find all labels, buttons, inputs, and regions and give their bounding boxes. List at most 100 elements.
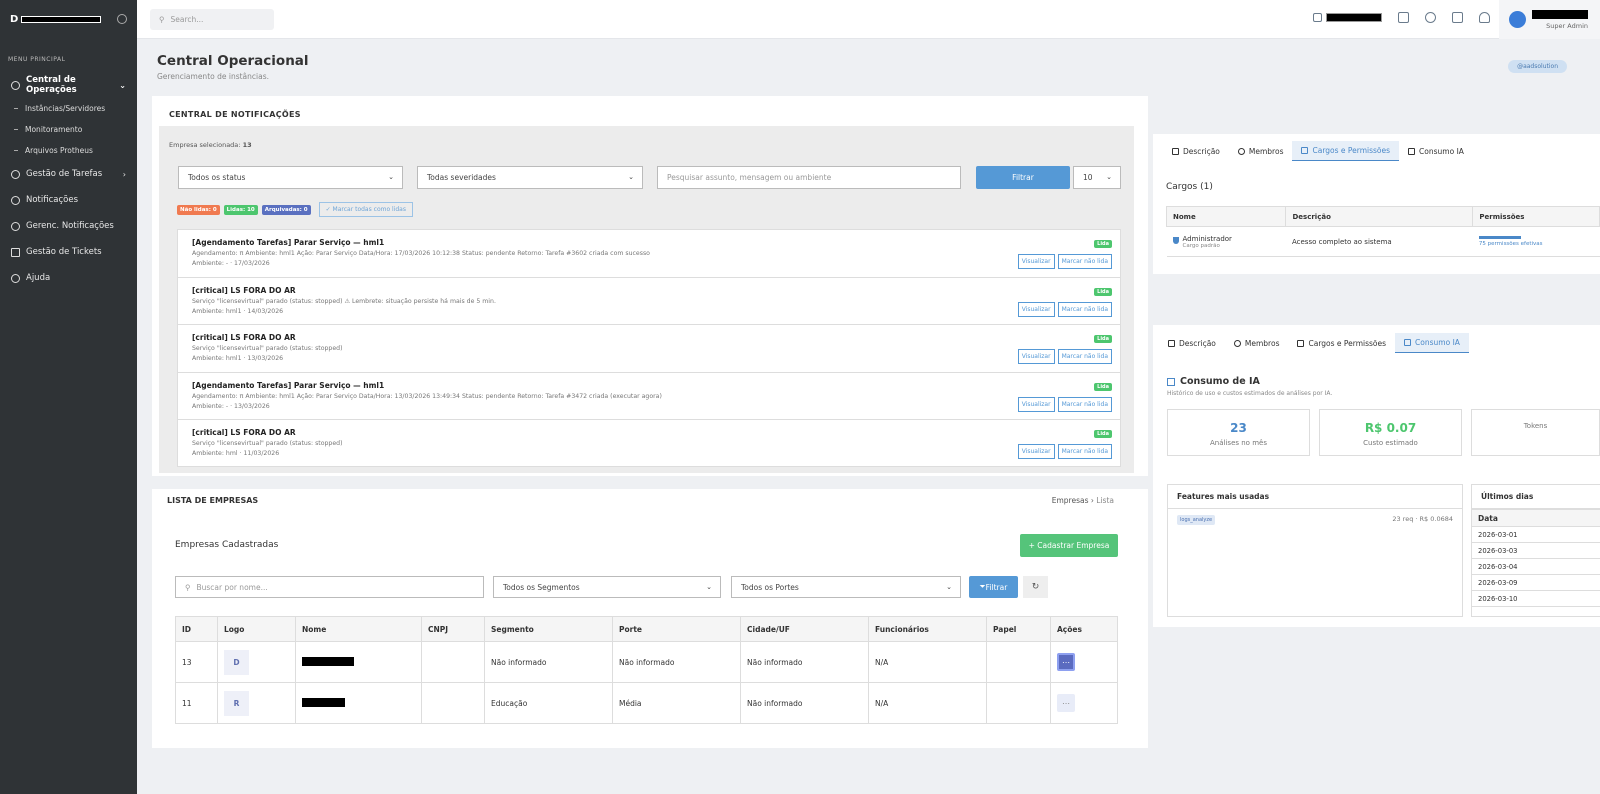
tab-consumo-ia[interactable]: Consumo IA — [1399, 141, 1473, 161]
tab-descricao[interactable]: Descrição — [1163, 141, 1229, 161]
notification-item[interactable]: [Agendamento Tarefas] Parar Serviço — hm… — [178, 230, 1120, 278]
company-selector[interactable] — [1313, 13, 1382, 22]
selected-company: Empresa selecionada: 13 — [169, 141, 252, 149]
companies-table: ID Logo Nome CNPJ Segmento Porte Cidade/UF Func… — [175, 616, 1118, 724]
page-size-select[interactable]: 10 ⌄ — [1073, 166, 1121, 189]
chart-icon — [1167, 377, 1175, 386]
actions-menu-button[interactable]: ⋯ — [1057, 694, 1075, 712]
mark-all-read-button[interactable]: ✓ Marcar todas como lidas — [318, 202, 413, 217]
view-button[interactable]: Visualizar — [1017, 349, 1055, 364]
document-icon — [1168, 339, 1175, 347]
table-row[interactable]: 13 D Não informado Não informado Não inf… — [175, 641, 1118, 683]
view-button[interactable]: Visualizar — [1017, 396, 1055, 412]
tab-descricao[interactable]: Descrição — [1159, 333, 1225, 353]
actions-menu-button[interactable]: ⋯ — [1057, 653, 1075, 671]
companies-card-title: Empresas Cadastradas — [175, 540, 279, 550]
view-button[interactable]: Visualizar — [1017, 301, 1055, 317]
unread-count-badge: Não lidas: 0 — [177, 204, 220, 215]
page-subtitle: Gerenciamento de instâncias. — [157, 72, 269, 81]
sidebar-item-central-operacoes[interactable]: Central de Operações ⌄ — [0, 72, 137, 98]
user-icon — [1237, 147, 1245, 155]
companies-filter-button[interactable]: ⏷ Filtrar — [969, 576, 1018, 598]
refresh-button[interactable]: ↻ — [1023, 576, 1048, 598]
tab-membros[interactable]: Membros — [1225, 333, 1289, 353]
collapse-toggle-icon[interactable] — [117, 14, 127, 24]
stat-tokens: Tokens — [1471, 409, 1600, 456]
table-row[interactable]: 11 R Educação Média Não informado N/A ⋯ — [175, 682, 1118, 724]
page-title: Central Operacional — [157, 53, 309, 69]
filter-button[interactable]: Filtrar — [976, 166, 1070, 189]
recent-days-card: Últimos dias Data 2026-03-01 2026-03-03 … — [1471, 484, 1600, 617]
ai-tabs: Descrição Membros Cargos e Permissões Co… — [1159, 333, 1469, 353]
sidebar-subitem-instancias[interactable]: Instâncias/Servidores — [0, 98, 137, 119]
sidebar-item-notificacoes[interactable]: Notificações — [0, 187, 137, 213]
notifications-body: Empresa selecionada: 13 Todos os status ⌄… — [159, 126, 1134, 473]
company-search-input[interactable]: ⚲ Buscar por nome... — [175, 576, 484, 598]
table-row: 2026-03-10 — [1472, 590, 1600, 607]
notification-item[interactable]: [critical] LS FORA DO AR Serviço "license… — [178, 278, 1120, 325]
archived-count-badge: Arquivadas: 0 — [261, 204, 311, 215]
sidebar-item-tickets[interactable]: Gestão de Tickets — [0, 239, 137, 265]
table-row[interactable]: Administrador Cargo padrão Acesso complet… — [1166, 226, 1600, 257]
chart-icon — [1404, 339, 1412, 346]
notification-item[interactable]: [critical] LS FORA DO AR Serviço "license… — [178, 325, 1120, 373]
ai-subtitle: Histórico de uso e custos estimados de a… — [1167, 390, 1333, 397]
chevron-down-icon: ⌄ — [946, 583, 952, 591]
view-button[interactable]: Visualizar — [1017, 254, 1055, 269]
search-icon: ⚲ — [185, 582, 191, 592]
moon-icon[interactable] — [1425, 12, 1436, 23]
feature-value: 23 req · R$ 0.0684 — [1392, 515, 1453, 523]
size-select[interactable]: Todos os Portes ⌄ — [731, 576, 961, 598]
mark-unread-button[interactable]: Marcar não lida — [1057, 349, 1112, 364]
tab-consumo-ia[interactable]: Consumo IA — [1395, 333, 1469, 353]
search-input[interactable]: ⚲ Search... — [150, 9, 274, 30]
notification-item[interactable]: [critical] LS FORA DO AR Serviço "license… — [178, 420, 1120, 466]
severity-select[interactable]: Todas severidades ⌄ — [417, 166, 643, 189]
mark-unread-button[interactable]: Marcar não lida — [1057, 444, 1112, 459]
segment-select[interactable]: Todos os Segmentos ⌄ — [493, 576, 721, 598]
tasks-icon[interactable] — [1452, 12, 1463, 23]
status-badge: Lida — [1094, 287, 1112, 296]
fullscreen-icon[interactable] — [1398, 12, 1409, 23]
bell-icon[interactable] — [1479, 12, 1490, 23]
table-row: 2026-03-04 — [1472, 558, 1600, 575]
mark-unread-button[interactable]: Marcar não lida — [1057, 301, 1112, 317]
search-icon: ⚲ — [159, 15, 165, 24]
gear-icon — [11, 221, 20, 231]
tab-cargos-permissoes[interactable]: Cargos e Permissões — [1292, 141, 1400, 161]
sidebar-subitem-arquivos[interactable]: Arquivos Protheus — [0, 140, 137, 161]
sidebar-item-gestao-tarefas[interactable]: Gestão de Tarefas › — [0, 161, 137, 187]
features-card: Features mais usadas logs_analyze 23 req… — [1167, 484, 1463, 617]
sidebar-item-gerenc-notificacoes[interactable]: Gerenc. Notificações — [0, 213, 137, 239]
add-company-button[interactable]: + Cadastrar Empresa — [1020, 534, 1118, 557]
companies-title: LISTA DE EMPRESAS — [167, 496, 259, 505]
tab-cargos-permissoes[interactable]: Cargos e Permissões — [1288, 333, 1395, 353]
notifications-title: CENTRAL DE NOTIFICAÇÕES — [169, 110, 301, 119]
view-button[interactable]: Visualizar — [1017, 444, 1055, 459]
notification-search-input[interactable]: Pesquisar assunto, mensagem ou ambiente — [657, 166, 961, 189]
shield-icon — [1297, 339, 1305, 347]
user-role: Super Admin — [1546, 21, 1588, 30]
sidebar-item-ajuda[interactable]: Ajuda — [0, 265, 137, 291]
sidebar-section-title: MENU PRINCIPAL — [8, 56, 66, 63]
account-badge: @aadsolution — [1508, 60, 1567, 73]
company-logo: R — [224, 690, 249, 716]
status-select[interactable]: Todos os status ⌄ — [178, 166, 403, 189]
gear-icon — [11, 195, 20, 205]
chevron-right-icon: › — [122, 169, 126, 179]
sidebar-subitem-monitoramento[interactable]: Monitoramento — [0, 119, 137, 140]
refresh-icon: ↻ — [1031, 582, 1040, 592]
mark-unread-button[interactable]: Marcar não lida — [1057, 396, 1112, 412]
chevron-down-icon: ⌄ — [119, 80, 126, 90]
mark-unread-button[interactable]: Marcar não lida — [1057, 254, 1112, 269]
stat-analyses: 23 Análises no mês — [1167, 409, 1310, 456]
user-icon — [1233, 339, 1241, 347]
building-icon — [1313, 13, 1322, 22]
user-menu[interactable]: Super Admin — [1499, 0, 1600, 39]
ai-usage-panel: Descrição Membros Cargos e Permissões Co… — [1153, 325, 1600, 627]
company-name — [302, 656, 354, 666]
notification-counts: Não lidas: 0 Lidas: 10 Arquivadas: 0 ✓ M… — [177, 202, 413, 217]
notification-item[interactable]: [Agendamento Tarefas] Parar Serviço — hm… — [178, 373, 1120, 420]
tab-membros[interactable]: Membros — [1229, 141, 1293, 161]
roles-title: Cargos (1) — [1166, 182, 1213, 192]
